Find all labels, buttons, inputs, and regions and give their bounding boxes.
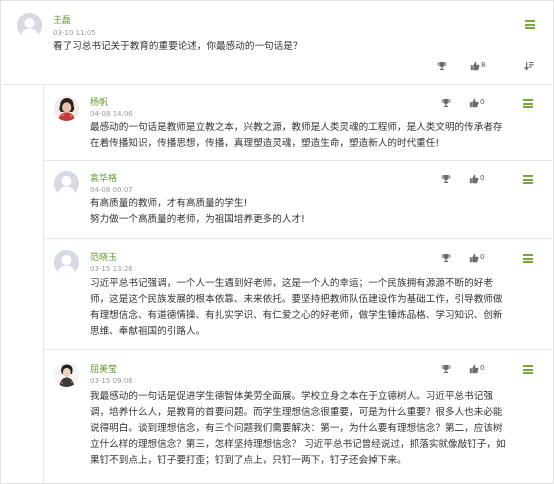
reply-time: 03-15 13:26: [90, 265, 133, 273]
post-actions: 8: [437, 60, 537, 72]
reply-actions: 0: [441, 97, 511, 109]
reply-author[interactable]: 范晓玉: [90, 253, 117, 264]
comment-thread: 王磊 03-10 11:05 看了习总书记关于教育的重要论述，你最感动的一句话是…: [0, 0, 554, 484]
hamburger-menu-icon[interactable]: [523, 175, 533, 184]
reply-item: 范晓玉 03-15 13:26 0 习近平总书记强调，一个人一生遇到好老师，这是…: [44, 239, 552, 350]
like-count: 0: [480, 364, 485, 372]
post: 王磊 03-10 11:05 看了习总书记关于教育的重要论述，你最感动的一句话是…: [2, 2, 552, 85]
hamburger-menu-icon[interactable]: [523, 99, 533, 108]
like-count: 0: [480, 253, 485, 261]
reply-author[interactable]: 袁华格: [90, 174, 117, 185]
reply-item: 杨帆 04-08 14:06 0 最感动的一句话是教师是立教之本，兴教之源，教师…: [44, 85, 552, 161]
reply-time: 04-08 00:07: [90, 186, 133, 194]
reply-text: 习近平总书记强调，一个人一生遇到好老师，这是一个人的幸运；一个民族拥有源源不断的…: [90, 278, 503, 337]
thumbs-up-icon: [469, 174, 479, 184]
user-photo-avatar: [54, 96, 79, 121]
reply-item: 屈美莹 03-15 09:06 0 我最感动的一句话是促进学生德智体美劳全面展。…: [44, 350, 552, 482]
trophy-icon: [441, 174, 451, 184]
trophy-icon: [441, 98, 451, 108]
hamburger-menu-icon[interactable]: [523, 254, 533, 263]
avatar[interactable]: [54, 171, 79, 196]
avatar[interactable]: [54, 96, 79, 121]
reply-icon: [524, 61, 534, 71]
like-count: 0: [480, 174, 485, 182]
default-avatar-icon: [54, 250, 79, 275]
hamburger-menu-icon[interactable]: [523, 365, 533, 374]
avatar[interactable]: [54, 250, 79, 275]
like-count: 0: [480, 98, 485, 106]
reply-actions: 0: [441, 363, 511, 375]
like-count: 8: [481, 61, 486, 69]
thumbs-up-icon: [469, 98, 479, 108]
default-avatar-icon: [54, 171, 79, 196]
post-text: 看了习总书记关于教育的重要论述，你最感动的一句话是？: [53, 41, 303, 52]
post-author[interactable]: 王磊: [53, 16, 71, 27]
reply-actions: 0: [441, 252, 511, 264]
reply-time: 04-08 14:06: [90, 110, 133, 118]
default-avatar-icon: [17, 13, 42, 38]
thumbs-up-icon: [469, 364, 479, 374]
reply-actions: 0: [441, 173, 511, 185]
reply-text: 我最感动的一句话是促进学生德智体美劳全面展。学校立身之本在于立德树人。习近平总书…: [90, 391, 506, 466]
avatar[interactable]: [54, 362, 79, 387]
reply-list: 杨帆 04-08 14:06 0 最感动的一句话是教师是立教之本，兴教之源，教师…: [43, 85, 552, 482]
trophy-icon: [441, 364, 451, 374]
trophy-icon: [441, 253, 451, 263]
reply-author[interactable]: 屈美莹: [90, 365, 117, 376]
thumbs-up-icon: [469, 253, 479, 263]
trophy-icon: [437, 61, 447, 71]
thumbs-up-icon: [470, 61, 480, 71]
post-time: 03-10 11:05: [53, 29, 96, 37]
user-photo-avatar: [54, 362, 79, 387]
reply-text: 有高质量的教师，才有高质量的学生! 努力做一个高质量的老师，为祖国培养更多的人才…: [90, 198, 305, 225]
avatar[interactable]: [17, 13, 42, 38]
hamburger-menu-icon[interactable]: [525, 20, 535, 29]
reply-time: 03-15 09:06: [90, 377, 133, 385]
reply-text: 最感动的一句话是教师是立教之本，兴教之源，教师是人类灵魂的工程师，是人类文明的传…: [90, 122, 503, 149]
reply-item: 袁华格 04-08 00:07 0 有高质量的教师，才有高质量的学生! 努力做一…: [44, 161, 552, 239]
reply-author[interactable]: 杨帆: [90, 98, 108, 109]
